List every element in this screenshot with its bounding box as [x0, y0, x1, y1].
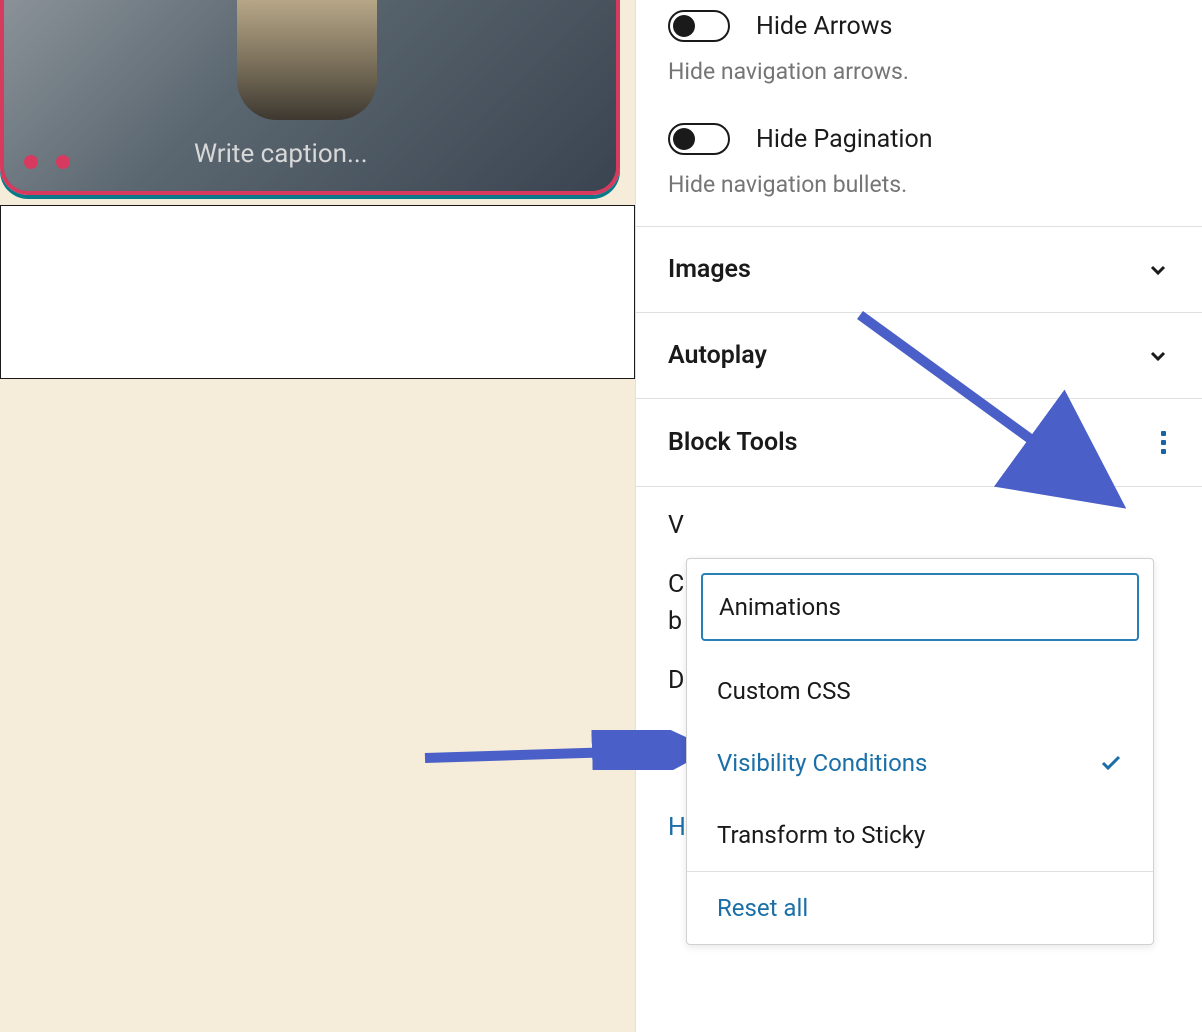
toggle-knob: [673, 128, 695, 150]
hide-pagination-toggle[interactable]: [668, 123, 730, 155]
block-tools-section-header: Block Tools: [636, 398, 1202, 487]
autoplay-section-header[interactable]: Autoplay: [636, 312, 1202, 398]
caption-input[interactable]: [194, 139, 594, 169]
hide-pagination-row: Hide Pagination: [636, 113, 1202, 171]
pagination-dot[interactable]: [24, 155, 38, 169]
menu-item-reset-all[interactable]: Reset all: [687, 872, 1153, 944]
hide-arrows-description: Hide navigation arrows.: [636, 58, 1202, 113]
hide-arrows-toggle[interactable]: [668, 10, 730, 42]
obscured-text: V: [668, 511, 1170, 540]
menu-item-transform-sticky[interactable]: Transform to Sticky: [687, 799, 1153, 871]
pagination-dot[interactable]: [56, 155, 70, 169]
images-section-header[interactable]: Images: [636, 226, 1202, 312]
block-tools-options-button[interactable]: [1157, 427, 1170, 458]
block-tools-dropdown: Animations Custom CSS Visibility Conditi…: [686, 558, 1154, 945]
autoplay-section-title: Autoplay: [668, 341, 767, 370]
hide-arrows-row: Hide Arrows: [636, 0, 1202, 58]
chevron-down-icon: [1146, 258, 1170, 282]
toggle-knob: [673, 15, 695, 37]
menu-item-label: Custom CSS: [717, 677, 851, 705]
editor-canvas: [0, 0, 635, 1032]
slider-pagination: [24, 155, 70, 169]
image-slider-block[interactable]: [0, 0, 620, 195]
menu-item-label: Visibility Conditions: [717, 749, 927, 777]
hide-pagination-description: Hide navigation bullets.: [636, 171, 1202, 226]
block-tools-title: Block Tools: [668, 428, 797, 457]
hide-pagination-label: Hide Pagination: [756, 125, 933, 154]
check-icon: [1099, 751, 1123, 775]
menu-item-visibility-conditions[interactable]: Visibility Conditions: [687, 727, 1153, 799]
empty-paragraph-block[interactable]: [0, 205, 635, 379]
menu-item-label: Transform to Sticky: [717, 821, 925, 849]
menu-item-custom-css[interactable]: Custom CSS: [687, 655, 1153, 727]
menu-item-animations[interactable]: Animations: [701, 573, 1139, 641]
images-section-title: Images: [668, 255, 751, 284]
chevron-down-icon: [1146, 344, 1170, 368]
hide-arrows-label: Hide Arrows: [756, 12, 892, 41]
menu-item-label: Reset all: [717, 894, 808, 922]
menu-item-label: Animations: [719, 593, 841, 621]
